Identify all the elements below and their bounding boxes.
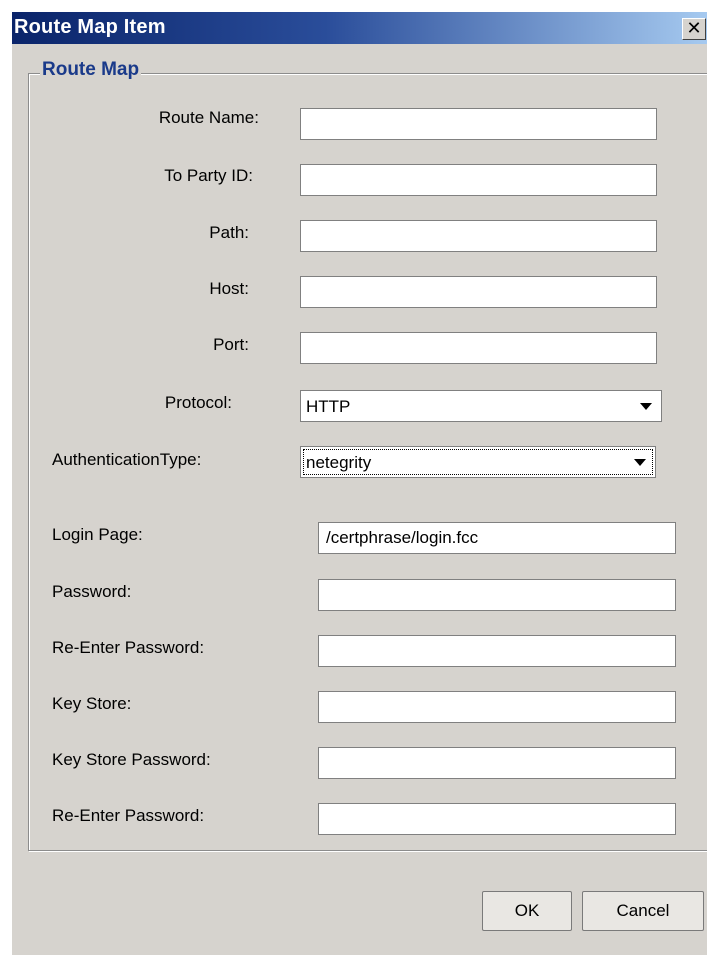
to-party-id-label: To Party ID: xyxy=(164,166,253,185)
protocol-select[interactable]: HTTP xyxy=(300,390,662,422)
key-store-label: Key Store: xyxy=(52,694,132,713)
host-input[interactable] xyxy=(300,276,657,308)
reenter-key-store-password-input[interactable] xyxy=(318,803,676,835)
to-party-id-input[interactable] xyxy=(300,164,657,196)
authentication-type-select[interactable]: netegrity xyxy=(300,446,656,478)
route-name-label: Route Name: xyxy=(158,108,259,127)
authentication-type-label: AuthenticationType: xyxy=(52,450,202,469)
path-label: Path: xyxy=(209,223,249,242)
title-bar[interactable]: Route Map Item ✕ xyxy=(12,12,707,44)
chevron-down-icon xyxy=(634,459,646,466)
password-input[interactable] xyxy=(318,579,676,611)
route-name-input[interactable] xyxy=(300,108,657,140)
close-icon: ✕ xyxy=(686,18,702,38)
login-page-label: Login Page: xyxy=(52,525,143,544)
key-store-password-input[interactable] xyxy=(318,747,676,779)
host-label: Host: xyxy=(209,279,249,298)
close-button[interactable]: ✕ xyxy=(682,18,706,40)
port-label: Port: xyxy=(213,335,249,354)
password-label: Password: xyxy=(52,582,132,601)
authentication-type-value: netegrity xyxy=(306,453,372,472)
reenter-key-store-password-label: Re-Enter Password: xyxy=(52,806,205,825)
port-input[interactable] xyxy=(300,332,657,364)
path-input[interactable] xyxy=(300,220,657,252)
reenter-password-input[interactable] xyxy=(318,635,676,667)
group-title: Route Map xyxy=(40,59,142,81)
ok-button[interactable]: OK xyxy=(482,891,572,931)
protocol-value: HTTP xyxy=(306,397,351,416)
key-store-password-label: Key Store Password: xyxy=(52,750,211,769)
reenter-password-label: Re-Enter Password: xyxy=(52,638,205,657)
cancel-button[interactable]: Cancel xyxy=(582,891,704,931)
window-title: Route Map Item xyxy=(14,16,166,38)
key-store-input[interactable] xyxy=(318,691,676,723)
login-page-input[interactable]: /certphrase/login.fcc xyxy=(318,522,676,554)
protocol-label: Protocol: xyxy=(164,393,232,412)
chevron-down-icon xyxy=(640,403,652,410)
